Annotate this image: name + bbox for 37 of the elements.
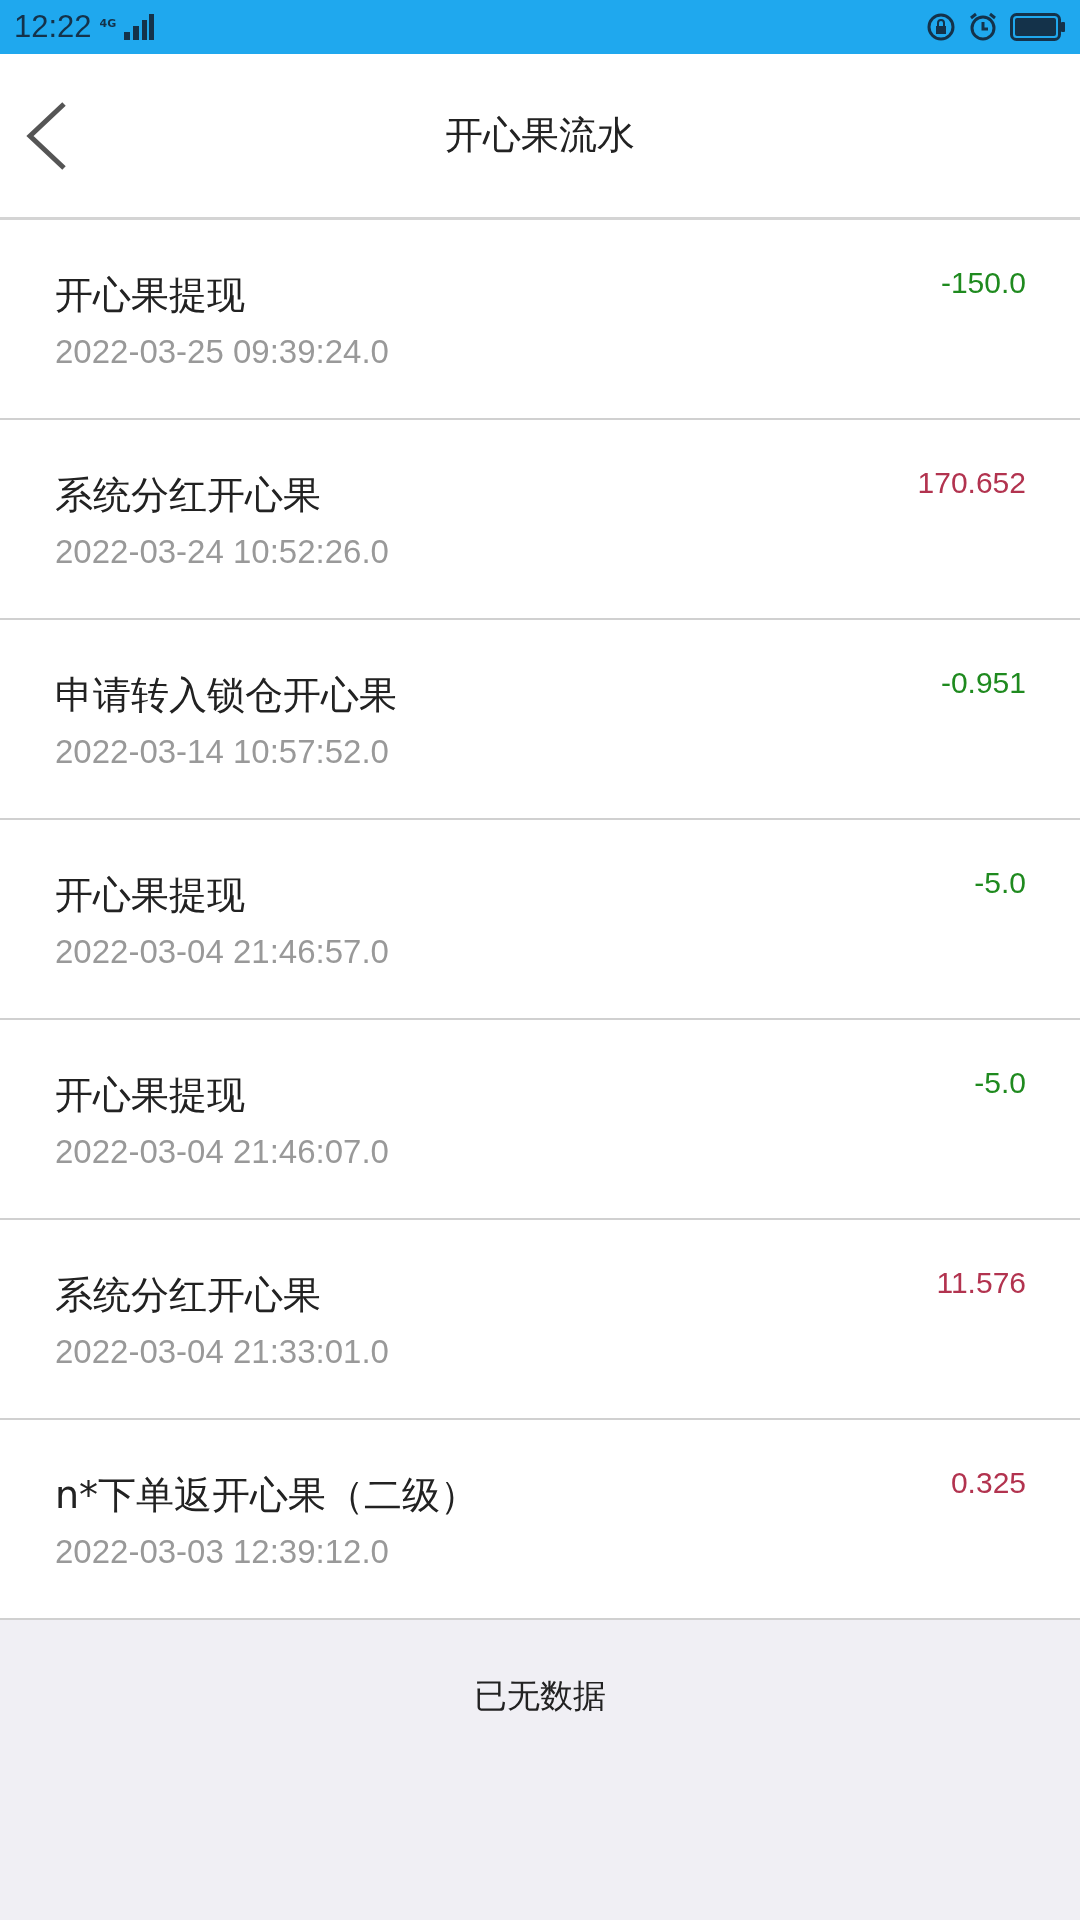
record-amount: 11.576: [936, 1266, 1026, 1300]
record-title: 申请转入锁仓开心果: [55, 672, 397, 719]
record-row[interactable]: 申请转入锁仓开心果 2022-03-14 10:57:52.0 -0.951: [0, 620, 1080, 820]
battery-icon: [1010, 13, 1066, 41]
record-date: 2022-03-14 10:57:52.0: [55, 733, 390, 771]
record-amount: -5.0: [974, 1066, 1026, 1100]
back-button[interactable]: [24, 99, 68, 172]
record-row[interactable]: n*下单返开心果（二级） 2022-03-03 12:39:12.0 0.325: [0, 1420, 1080, 1620]
record-date: 2022-03-24 10:52:26.0: [55, 533, 389, 571]
record-amount: 170.652: [917, 466, 1026, 500]
record-amount: -5.0: [974, 866, 1026, 900]
clock-time: 12:22: [14, 9, 92, 45]
record-amount: -150.0: [940, 266, 1026, 300]
record-title: 开心果提现: [55, 1072, 246, 1119]
network-type: 4G: [99, 17, 117, 30]
page-title: 开心果流水: [445, 112, 635, 159]
record-title: 系统分红开心果: [55, 472, 322, 519]
record-date: 2022-03-03 12:39:12.0: [55, 1533, 390, 1571]
record-date: 2022-03-25 09:39:24.0: [55, 333, 389, 371]
record-date: 2022-03-04 21:33:01.0: [55, 1333, 389, 1371]
record-date: 2022-03-04 21:46:07.0: [55, 1133, 389, 1171]
record-title: 开心果提现: [55, 872, 246, 919]
record-row[interactable]: 开心果提现 2022-03-04 21:46:07.0 -5.0: [0, 1020, 1080, 1220]
alarm-clock-icon: [968, 12, 998, 42]
record-row[interactable]: 开心果提现 2022-03-25 09:39:24.0 -150.0: [0, 220, 1080, 420]
record-row[interactable]: 开心果提现 2022-03-04 21:46:57.0 -5.0: [0, 820, 1080, 1020]
record-date: 2022-03-04 21:46:57.0: [55, 933, 389, 971]
record-amount: -0.951: [940, 666, 1026, 700]
record-title: n*下单返开心果（二级）: [55, 1472, 479, 1519]
record-amount: 0.325: [950, 1466, 1026, 1500]
no-more-data-text: 已无数据: [474, 1675, 606, 1717]
lock-rotation-icon: [926, 12, 956, 42]
signal-icon: [124, 14, 155, 40]
record-row[interactable]: 系统分红开心果 2022-03-24 10:52:26.0 170.652: [0, 420, 1080, 620]
record-title: 系统分红开心果: [55, 1272, 322, 1319]
record-row[interactable]: 系统分红开心果 2022-03-04 21:33:01.0 11.576: [0, 1220, 1080, 1420]
record-title: 开心果提现: [55, 272, 246, 319]
